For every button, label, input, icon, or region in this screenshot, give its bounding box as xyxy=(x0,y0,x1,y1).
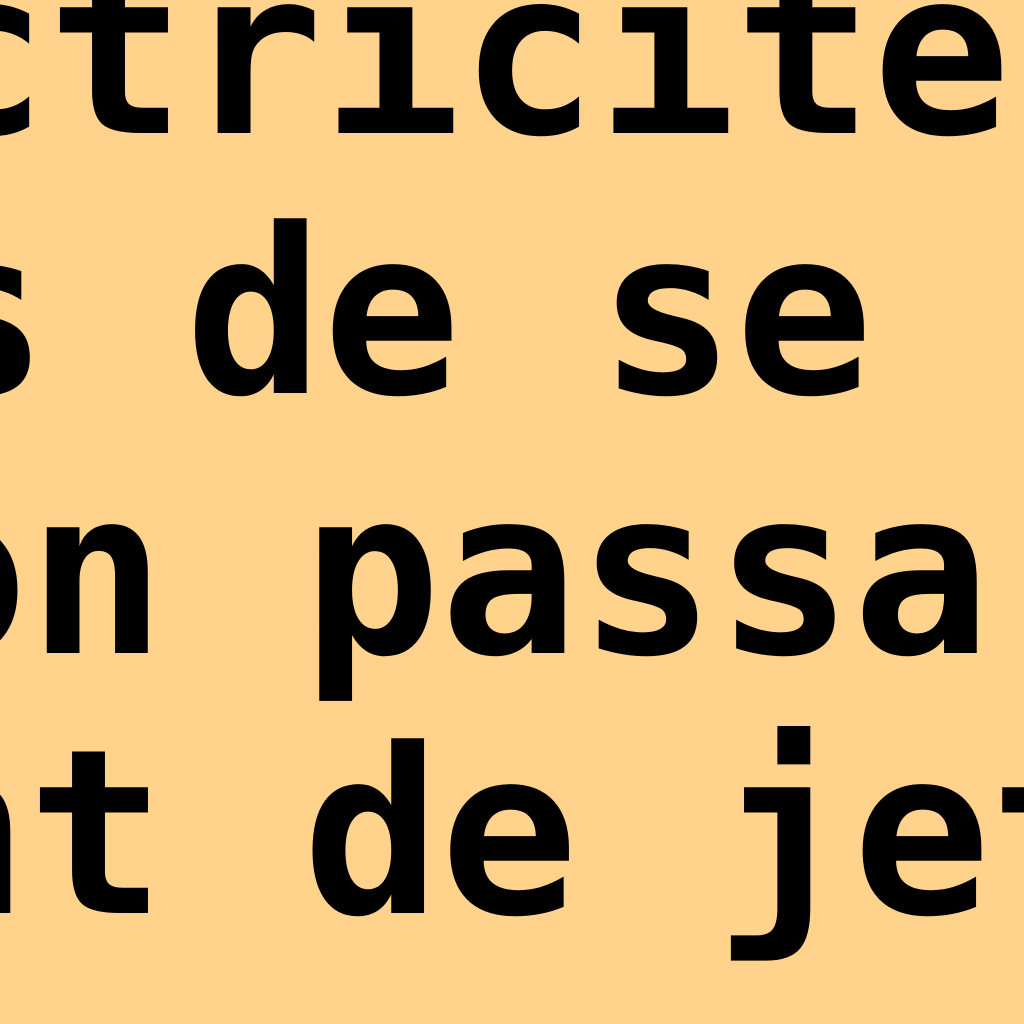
text-line-3: on passa xyxy=(0,441,991,708)
document-viewport: ctricité, s s de se on passa nt de jet xyxy=(0,0,1024,1024)
text-line-2: s de se xyxy=(0,181,873,448)
text-line-4: nt de jet xyxy=(0,701,1024,968)
text-line-1: ctricité, s xyxy=(0,0,1024,188)
